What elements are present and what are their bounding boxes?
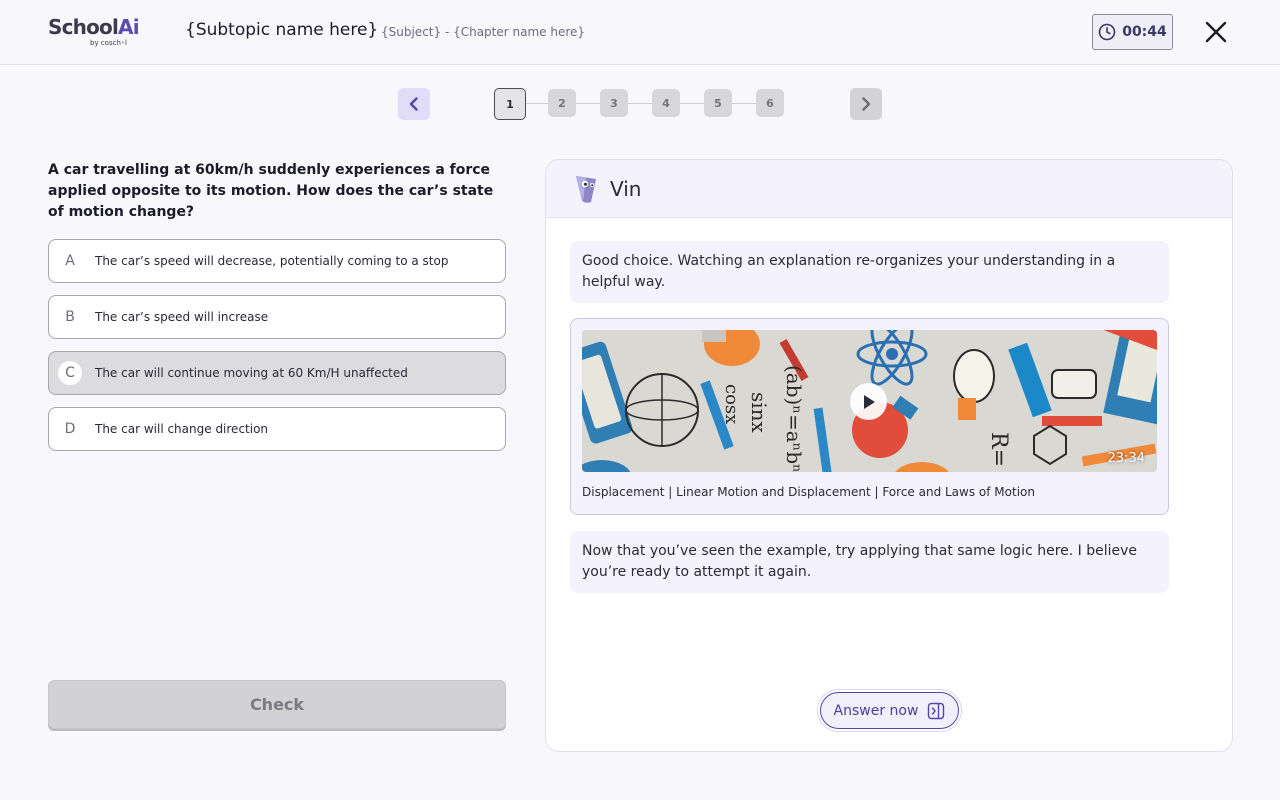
step-6[interactable]: 6 bbox=[756, 89, 784, 117]
option-a[interactable]: A The car’s speed will decrease, potenti… bbox=[48, 239, 506, 283]
answer-now-label: Answer now bbox=[833, 702, 919, 719]
subject-chapter-label: {Subject} - {Chapter name here} bbox=[381, 25, 586, 39]
option-letter: B bbox=[65, 309, 75, 325]
clock-icon bbox=[1098, 23, 1116, 41]
chevron-left-icon bbox=[409, 97, 418, 111]
top-bar: SchoolAi by cosch•l {Subtopic name here}… bbox=[0, 0, 1280, 65]
step-1[interactable]: 1 bbox=[494, 88, 526, 120]
step-2[interactable]: 2 bbox=[548, 89, 576, 117]
close-button[interactable] bbox=[1203, 19, 1229, 45]
option-letter: C bbox=[58, 361, 82, 385]
option-text: The car’s speed will increase bbox=[95, 310, 269, 324]
answer-now-button[interactable]: Answer now bbox=[820, 692, 959, 729]
timer: 00:44 bbox=[1092, 14, 1173, 50]
svg-text:(ab)ⁿ=aⁿbⁿ: (ab)ⁿ=aⁿbⁿ bbox=[782, 365, 806, 472]
video-duration: 23:34 bbox=[1107, 451, 1145, 466]
timer-value: 00:44 bbox=[1122, 24, 1167, 40]
vin-avatar-icon bbox=[576, 176, 596, 203]
option-c[interactable]: C The car will continue moving at 60 Km/… bbox=[48, 351, 506, 395]
step-3[interactable]: 3 bbox=[600, 89, 628, 117]
play-button[interactable] bbox=[850, 383, 887, 420]
option-text: The car will continue moving at 60 Km/H … bbox=[95, 366, 408, 380]
step-4[interactable]: 4 bbox=[652, 89, 680, 117]
subtopic-title: {Subtopic name here} bbox=[185, 20, 379, 40]
video-thumbnail[interactable]: sinx cosx (ab)ⁿ=aⁿbⁿ R= 23:34 bbox=[582, 330, 1157, 472]
question-text: A car travelling at 60km/h suddenly expe… bbox=[48, 162, 494, 220]
step-5[interactable]: 5 bbox=[704, 89, 732, 117]
schoolai-logo: SchoolAi by cosch•l bbox=[48, 16, 148, 50]
chat-header: Vin bbox=[546, 160, 1232, 218]
check-button[interactable]: Check bbox=[48, 680, 506, 729]
video-caption: Displacement | Linear Motion and Displac… bbox=[582, 485, 1035, 499]
video-card: sinx cosx (ab)ⁿ=aⁿbⁿ R= 23:34 Displaceme… bbox=[570, 318, 1169, 515]
panel-right-icon bbox=[928, 702, 945, 719]
option-text: The car will change direction bbox=[95, 422, 269, 436]
chevron-right-icon bbox=[862, 97, 871, 111]
svg-text:sinx: sinx bbox=[747, 392, 771, 434]
chat-message: Good choice. Watching an explanation re-… bbox=[570, 241, 1169, 303]
assistant-name: Vin bbox=[610, 177, 642, 201]
logo-wordmark-ai: Ai bbox=[118, 15, 140, 39]
chat-message: Now that you’ve seen the example, try ap… bbox=[570, 531, 1169, 593]
option-b[interactable]: B The car’s speed will increase bbox=[48, 295, 506, 339]
svg-text:cosx: cosx bbox=[721, 384, 742, 424]
close-icon bbox=[1205, 21, 1227, 43]
option-letter: A bbox=[65, 253, 75, 269]
option-letter: D bbox=[64, 421, 76, 437]
previous-question-button[interactable] bbox=[398, 88, 430, 120]
option-d[interactable]: D The car will change direction bbox=[48, 407, 506, 451]
logo-byline: by cosch•l bbox=[90, 39, 127, 47]
next-question-button[interactable] bbox=[850, 88, 882, 120]
option-text: The car’s speed will decrease, potential… bbox=[95, 254, 449, 268]
assistant-chat-panel: Vin Good choice. Watching an explanation… bbox=[545, 159, 1233, 752]
logo-wordmark: School bbox=[48, 15, 119, 39]
svg-text:R=: R= bbox=[986, 432, 1011, 467]
play-icon bbox=[863, 394, 875, 409]
